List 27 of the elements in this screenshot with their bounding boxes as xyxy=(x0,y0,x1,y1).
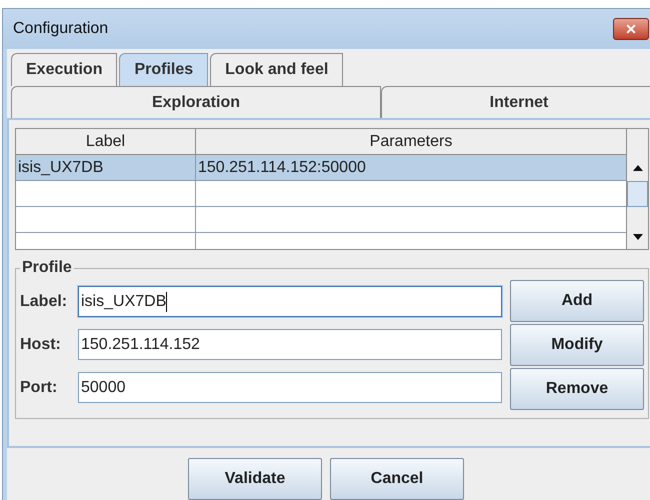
table-cell: isis_UX7DB xyxy=(16,155,196,180)
input-field[interactable]: 50000 xyxy=(78,372,502,403)
column-header[interactable]: Parameters xyxy=(196,129,626,154)
dialog-button[interactable]: Cancel xyxy=(330,458,464,500)
group-title: Profile xyxy=(21,258,73,278)
tab[interactable]: Execution xyxy=(11,53,118,86)
field-label: Label: xyxy=(20,292,68,312)
window-title: Configuration xyxy=(13,19,108,39)
field-label: Host: xyxy=(20,334,62,354)
scroll-thumb[interactable] xyxy=(627,181,648,207)
tab[interactable]: Exploration xyxy=(11,86,381,118)
action-button[interactable]: Add xyxy=(510,280,644,322)
input-field[interactable]: 150.251.114.152 xyxy=(78,329,502,360)
action-button[interactable]: Modify xyxy=(510,324,644,366)
action-button[interactable]: Remove xyxy=(510,368,644,410)
field-label: Port: xyxy=(20,378,58,398)
dialog-button[interactable]: Validate xyxy=(188,458,322,500)
tab[interactable]: Internet xyxy=(381,86,650,118)
table-cell-text: 150.251.114.152:50000 xyxy=(197,158,367,178)
table-row[interactable]: isis_UX7DB 150.251.114.152:50000 xyxy=(16,155,626,181)
tab[interactable]: Look and feel xyxy=(210,53,344,86)
input-field[interactable]: isis_UX7DB xyxy=(78,286,502,317)
scroll-up-icon[interactable] xyxy=(632,165,642,171)
scrollbar[interactable] xyxy=(626,129,648,249)
scroll-down-icon[interactable] xyxy=(632,234,642,240)
column-header[interactable]: Label xyxy=(16,129,196,154)
tab[interactable]: Profiles xyxy=(119,53,208,86)
